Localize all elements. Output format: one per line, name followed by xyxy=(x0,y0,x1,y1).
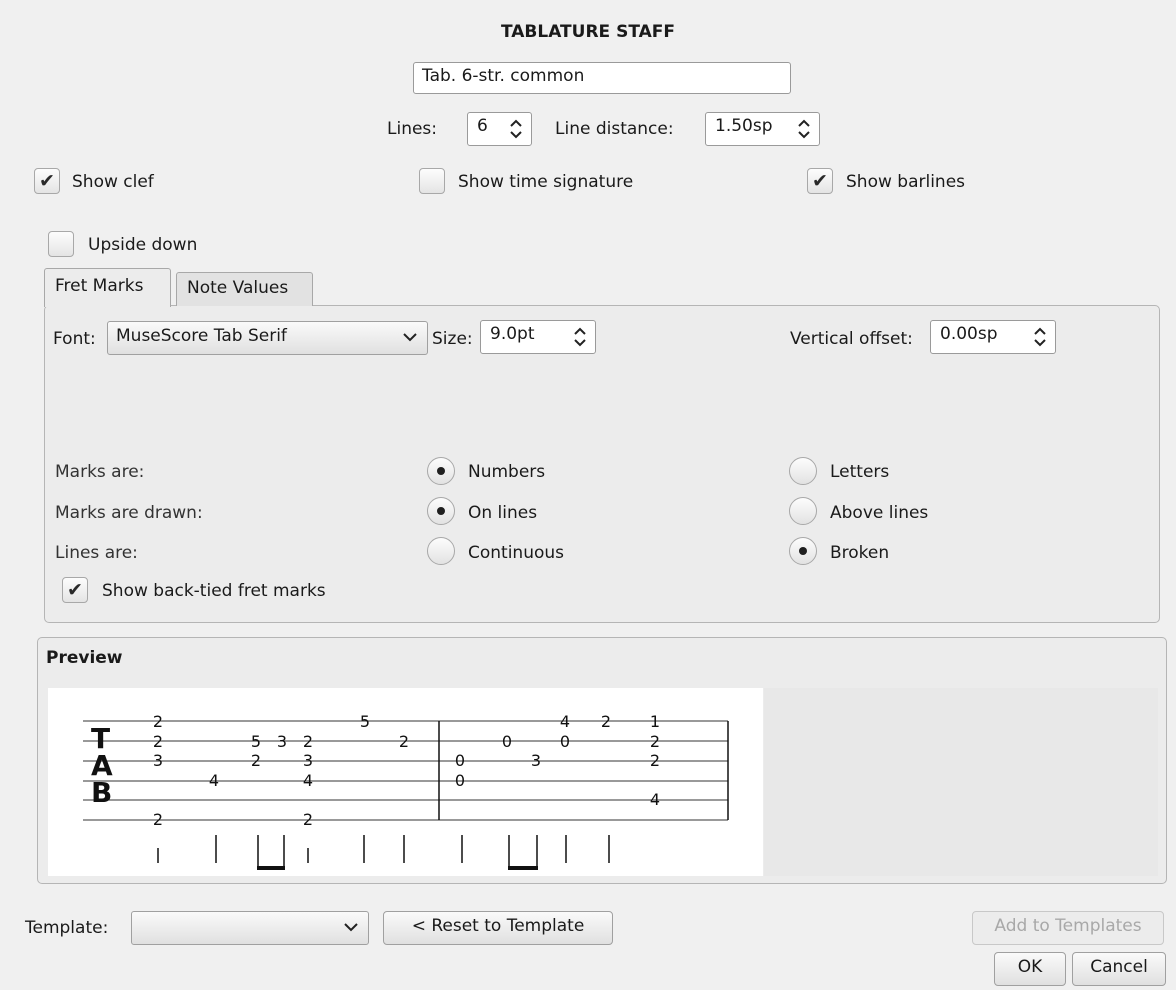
updown-arrows-icon xyxy=(573,326,587,353)
fret-number: 2 xyxy=(650,732,660,751)
show-back-tied-checkbox[interactable]: ✔ xyxy=(62,577,88,603)
show-barlines-checkbox[interactable]: ✔ xyxy=(807,168,833,194)
continuous-label: Continuous xyxy=(468,543,565,563)
fret-number: 2 xyxy=(153,732,163,751)
fret-number: 0 xyxy=(455,751,465,770)
checkmark-icon: ✔ xyxy=(812,170,828,192)
fret-number: 5 xyxy=(360,712,370,731)
show-time-signature-label: Show time signature xyxy=(458,172,634,192)
marks-are-label: Marks are: xyxy=(55,462,145,482)
letters-radio[interactable] xyxy=(789,457,817,485)
template-select[interactable] xyxy=(131,911,369,945)
fret-number: 3 xyxy=(153,751,163,770)
broken-label: Broken xyxy=(830,543,890,563)
fret-number: 3 xyxy=(531,751,541,770)
line-distance-spinbox[interactable]: 1.50sp xyxy=(705,112,820,146)
updown-arrows-icon xyxy=(1033,326,1047,353)
show-back-tied-label: Show back-tied fret marks xyxy=(102,581,326,601)
fret-number: 2 xyxy=(153,810,163,829)
add-to-templates-button[interactable]: Add to Templates xyxy=(972,911,1164,945)
size-spinbox[interactable]: 9.0pt xyxy=(480,320,596,354)
fret-number: 5 xyxy=(251,732,261,751)
font-label: Font: xyxy=(53,329,96,349)
template-label: Template: xyxy=(25,918,109,938)
clef-b: B xyxy=(91,776,112,809)
ok-button[interactable]: OK xyxy=(994,952,1066,986)
checkmark-icon: ✔ xyxy=(67,579,83,601)
fret-number: 4 xyxy=(650,790,660,809)
preview-title: Preview xyxy=(46,648,123,668)
preview-empty-area xyxy=(764,688,1158,876)
show-clef-checkbox[interactable]: ✔ xyxy=(34,168,60,194)
lines-spinbox[interactable]: 6 xyxy=(467,112,532,146)
numbers-radio[interactable] xyxy=(427,457,455,485)
fret-number: 4 xyxy=(560,712,570,731)
fret-number: 4 xyxy=(209,771,219,790)
preview-canvas: T A B 2 2 3 4 5 2 3 2 3 4 2 5 2 0 0 0 3 … xyxy=(48,688,763,876)
lines-are-label: Lines are: xyxy=(55,543,138,563)
line-distance-label: Line distance: xyxy=(555,119,674,139)
fret-number: 2 xyxy=(399,732,409,751)
cancel-button[interactable]: Cancel xyxy=(1072,952,1166,986)
broken-radio[interactable] xyxy=(789,537,817,565)
fret-number: 2 xyxy=(153,712,163,731)
letters-label: Letters xyxy=(830,462,890,482)
updown-arrows-icon xyxy=(509,118,523,145)
vertical-offset-label: Vertical offset: xyxy=(790,329,913,349)
fret-number: 2 xyxy=(650,751,660,770)
marks-drawn-label: Marks are drawn: xyxy=(55,503,203,523)
lines-label: Lines: xyxy=(387,119,438,139)
chevron-down-icon xyxy=(343,914,359,944)
fret-number: 2 xyxy=(303,810,313,829)
size-label: Size: xyxy=(432,329,473,349)
vertical-offset-spinbox[interactable]: 0.00sp xyxy=(930,320,1056,354)
reset-to-template-button[interactable]: < Reset to Template xyxy=(383,911,613,945)
fret-number: 3 xyxy=(277,732,287,751)
above-lines-radio[interactable] xyxy=(789,497,817,525)
fret-number: 2 xyxy=(601,712,611,731)
font-select[interactable]: MuseScore Tab Serif xyxy=(107,321,428,355)
tab-note-values[interactable]: Note Values xyxy=(176,272,313,306)
numbers-label: Numbers xyxy=(468,462,546,482)
tab-fret-marks[interactable]: Fret Marks xyxy=(44,268,171,307)
fret-number: 3 xyxy=(303,751,313,770)
fret-number: 2 xyxy=(251,751,261,770)
line-distance-value: 1.50sp xyxy=(715,116,773,136)
tablature-preview: T A B 2 2 3 4 5 2 3 2 3 4 2 5 2 0 0 0 3 … xyxy=(83,712,729,870)
chevron-down-icon xyxy=(402,324,418,354)
dialog-title: TABLATURE STAFF xyxy=(501,22,675,42)
fret-number: 0 xyxy=(502,732,512,751)
updown-arrows-icon xyxy=(797,118,811,145)
checkmark-icon: ✔ xyxy=(39,170,55,192)
staff-name-input[interactable]: Tab. 6-str. common xyxy=(413,62,791,94)
show-clef-label: Show clef xyxy=(72,172,154,192)
lines-value: 6 xyxy=(477,116,488,136)
fret-number: 0 xyxy=(560,732,570,751)
continuous-radio[interactable] xyxy=(427,537,455,565)
vertical-offset-value: 0.00sp xyxy=(940,324,998,344)
fret-number: 2 xyxy=(303,732,313,751)
show-barlines-label: Show barlines xyxy=(846,172,966,192)
upside-down-checkbox[interactable] xyxy=(48,231,74,257)
fret-number: 0 xyxy=(455,771,465,790)
fret-number: 1 xyxy=(650,712,660,731)
size-value: 9.0pt xyxy=(490,324,535,344)
on-lines-radio[interactable] xyxy=(427,497,455,525)
on-lines-label: On lines xyxy=(468,503,538,523)
show-time-signature-checkbox[interactable] xyxy=(419,168,445,194)
fret-number: 4 xyxy=(303,771,313,790)
above-lines-label: Above lines xyxy=(830,503,929,523)
upside-down-label: Upside down xyxy=(88,235,198,255)
font-value: MuseScore Tab Serif xyxy=(116,326,287,346)
